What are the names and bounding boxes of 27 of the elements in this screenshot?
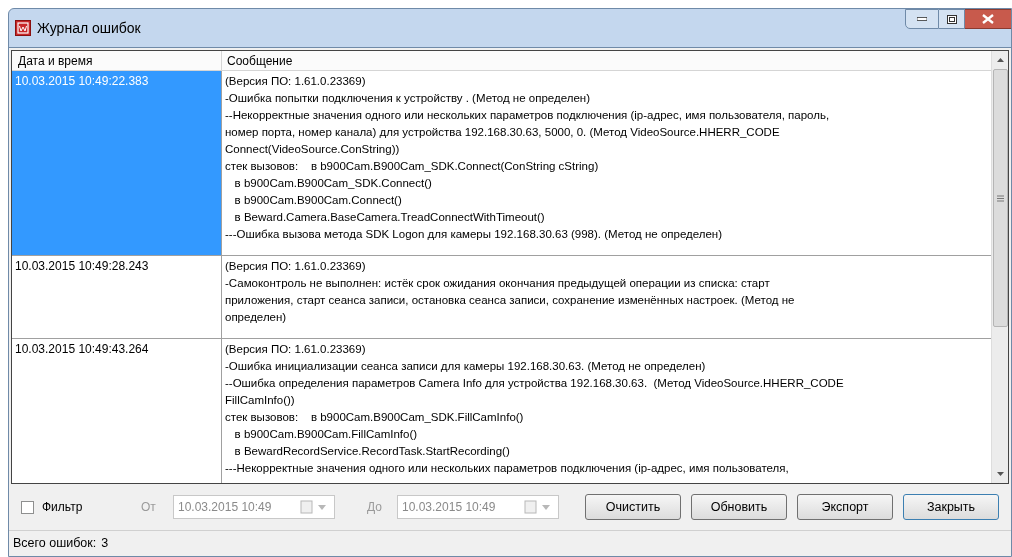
- action-button[interactable]: Обновить: [691, 494, 787, 520]
- column-header[interactable]: Сообщение: [222, 51, 991, 70]
- window-title: Журнал ошибок: [37, 18, 141, 38]
- grip-icon: [996, 194, 1004, 202]
- maximize-icon: [946, 14, 957, 24]
- message-text: (Версия ПО: 1.61.0.23369) -Самоконтроль не выполнен: истёк срок ожидания окончания предыдущей операции из списка: старт приложения, старт сеанса записи, остановка сеанса записи, сохранение изменённых настроек. (Метод не определен): [225, 259, 796, 325]
- minimize-icon: [917, 17, 927, 21]
- close-button[interactable]: [965, 9, 1011, 29]
- from-label: От: [141, 499, 157, 516]
- vertical-scrollbar[interactable]: [991, 51, 1008, 483]
- app-logo-icon: [15, 20, 31, 36]
- minimize-button[interactable]: [905, 9, 939, 29]
- message-text: (Версия ПО: 1.61.0.23369) -Ошибка попытки подключения к устройству . (Метод не определен) --Некорректные значения одного или нескольких параметров подключения (ip-адрес, имя пользователя, пароль, номер порта, номер канала) для устройства 192.168.30.63, 5000, 0. (Метод VideoSource.HHERR_CODE Connect(VideoSource.ConString)) стек вызовов: в b900Cam.B900Cam_SDK.Connect(ConString cString) в b900Cam.B900Cam_SDK.Connect() в b900Cam.B900Cam.Connect() в Beward.Camera.BaseCamera.TreadConnectWithTimeout() ---Ошибка вызова метода SDK Logon для камеры 192.168.30.63 (998). (Метод не определен): [225, 74, 831, 242]
- filter-label: Фильтр: [42, 499, 83, 516]
- maximize-button[interactable]: [939, 9, 965, 29]
- scrollbar-thumb[interactable]: [992, 69, 1008, 327]
- to-label: До: [367, 499, 383, 516]
- column-header[interactable]: Дата и время: [12, 51, 222, 70]
- action-button[interactable]: Очистить: [585, 494, 681, 520]
- date-cell[interactable]: 10.03.2015 10:49:28.243: [12, 256, 222, 338]
- status-label: Всего ошибок:: [13, 535, 97, 553]
- action-button[interactable]: Экспорт: [797, 494, 893, 520]
- date-cell[interactable]: 10.03.2015 10:49:43.264: [12, 339, 222, 483]
- message-text: (Версия ПО: 1.61.0.23369) -Ошибка инициализации сеанса записи для камеры 192.168.30.63. (Метод не определен) --Ошибка определения параметров Camera Info для устройства 192.168.30.63. (Метод VideoSource.HHERR_CODE FillCamInfo()) стек вызовов: в b900Cam.B900Cam_SDK.FillCamInfo() в b900Cam.B900Cam.FillCamInfo() в BewardRecordService.RecordTask.StartRecording() ---Некорректные значения одного или нескольких параметров подключения (ip-адрес, имя пользователя,: [225, 342, 845, 476]
- action-button[interactable]: Закрыть: [903, 494, 999, 520]
- error-count: 3: [101, 535, 109, 553]
- close-icon: [982, 14, 994, 24]
